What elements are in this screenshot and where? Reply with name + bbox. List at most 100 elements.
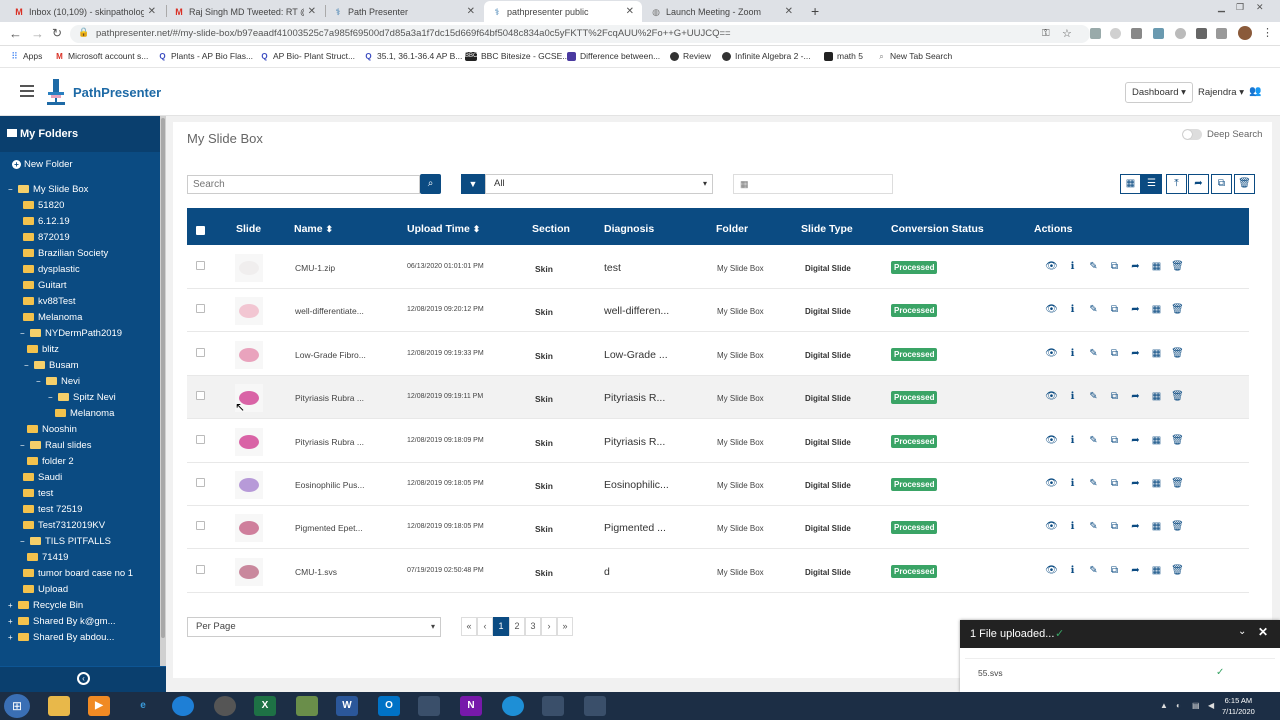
list-view-button[interactable]: ☰ bbox=[1141, 174, 1162, 194]
app-icon[interactable] bbox=[172, 696, 194, 716]
bookmark-item[interactable]: Q Plants - AP Bio Flas... bbox=[158, 51, 253, 61]
pencil-icon[interactable]: ✎ bbox=[1083, 391, 1104, 403]
puzzle-icon[interactable] bbox=[1216, 28, 1227, 39]
close-icon[interactable]: ✕ bbox=[785, 6, 793, 17]
pencil-icon[interactable]: ✎ bbox=[1083, 565, 1104, 577]
sidebar-folder-item[interactable]: tumor board case no 1 bbox=[20, 566, 133, 580]
sidebar-folder-item[interactable]: Nooshin bbox=[24, 422, 77, 436]
qr-icon[interactable]: ▦ bbox=[1146, 521, 1167, 533]
info-icon[interactable]: ℹ bbox=[1062, 391, 1083, 403]
trash-icon[interactable]: 🗑 bbox=[1167, 521, 1188, 533]
info-icon[interactable]: ℹ bbox=[1062, 565, 1083, 577]
close-icon[interactable]: ✕ bbox=[308, 6, 316, 17]
word-icon[interactable]: W bbox=[336, 696, 358, 716]
extension-icon[interactable] bbox=[1153, 28, 1164, 39]
copy-icon[interactable]: ⧉ bbox=[1104, 304, 1125, 316]
slide-name[interactable]: CMU-1.svs bbox=[295, 567, 395, 577]
avatar[interactable] bbox=[1238, 26, 1252, 40]
sidebar-folder-item[interactable]: test 72519 bbox=[20, 502, 82, 516]
scrollbar-thumb[interactable] bbox=[161, 118, 165, 638]
sidebar-folder-item[interactable]: dysplastic bbox=[20, 262, 80, 276]
sidebar-folder-item[interactable]: 71419 bbox=[24, 550, 68, 564]
qr-icon[interactable]: ▦ bbox=[1146, 391, 1167, 403]
info-icon[interactable]: ℹ bbox=[1062, 261, 1083, 273]
row-checkbox[interactable] bbox=[196, 391, 205, 401]
table-row[interactable]: Low-Grade Fibro... 12/08/2019 09:19:33 PM… bbox=[187, 332, 1249, 376]
copy-icon[interactable]: ⧉ bbox=[1104, 435, 1125, 447]
filter-select[interactable]: All ▾ bbox=[485, 174, 713, 194]
deep-search-toggle[interactable]: Deep Search bbox=[1182, 129, 1262, 140]
sidebar-folder-item[interactable]: Brazilian Society bbox=[20, 246, 108, 260]
sidebar-folder-item[interactable]: Saudi bbox=[20, 470, 62, 484]
restore-icon[interactable]: ❐ bbox=[1236, 2, 1244, 13]
select-all-checkbox[interactable] bbox=[196, 226, 205, 235]
trash-icon[interactable]: 🗑 bbox=[1167, 348, 1188, 360]
star-icon[interactable]: ☆ bbox=[1062, 27, 1072, 40]
sidebar-folder-item[interactable]: kv88Test bbox=[20, 294, 76, 308]
page-button[interactable]: ‹ bbox=[477, 617, 493, 636]
slide-thumbnail[interactable] bbox=[235, 427, 263, 456]
pencil-icon[interactable]: ✎ bbox=[1083, 478, 1104, 490]
eye-icon[interactable]: 👁 bbox=[1041, 565, 1062, 577]
page-button[interactable]: « bbox=[461, 617, 477, 636]
trash-icon[interactable]: 🗑 bbox=[1167, 304, 1188, 316]
row-checkbox[interactable] bbox=[196, 304, 205, 314]
info-icon[interactable]: ℹ bbox=[1062, 521, 1083, 533]
bookmark-item[interactable]: BBC BBC Bitesize - GCSE... bbox=[465, 51, 569, 61]
copy-button[interactable]: ⧉ bbox=[1211, 174, 1232, 194]
slide-thumbnail[interactable] bbox=[235, 254, 263, 282]
bookmark-item[interactable]: Review bbox=[670, 51, 711, 61]
share-icon[interactable]: ➦ bbox=[1125, 478, 1146, 490]
eye-icon[interactable]: 👁 bbox=[1041, 304, 1062, 316]
app-icon[interactable] bbox=[214, 696, 236, 716]
kebab-menu-icon[interactable]: ⋮ bbox=[1262, 26, 1273, 39]
table-row[interactable]: Pigmented Epet... 12/08/2019 09:18:05 PM S… bbox=[187, 506, 1249, 550]
tray-icon[interactable]: ◐ bbox=[1176, 701, 1181, 710]
sidebar-folder-item[interactable]: test bbox=[20, 486, 53, 500]
extension-icon[interactable] bbox=[1131, 28, 1142, 39]
bookmark-item[interactable]: math 5 bbox=[824, 51, 863, 61]
sidebar-folder-item[interactable]: 6.12.19 bbox=[20, 214, 70, 228]
expand-icon[interactable]: + bbox=[8, 617, 15, 626]
collapse-icon[interactable]: − bbox=[8, 185, 15, 194]
share-icon[interactable]: ➦ bbox=[1125, 261, 1146, 273]
sidebar-folder-item[interactable]: − TILS PITFALLS bbox=[20, 534, 111, 548]
copy-icon[interactable]: ⧉ bbox=[1104, 521, 1125, 533]
browser-tab[interactable]: M Raj Singh MD Tweeted: RT @KRu ✕ bbox=[166, 1, 324, 22]
sidebar-folder-item[interactable]: folder 2 bbox=[24, 454, 74, 468]
internet-explorer-icon[interactable]: e bbox=[132, 696, 154, 716]
copy-icon[interactable]: ⧉ bbox=[1104, 391, 1125, 403]
file-explorer-icon[interactable] bbox=[48, 696, 70, 716]
page-button[interactable]: » bbox=[557, 617, 573, 636]
pencil-icon[interactable]: ✎ bbox=[1083, 521, 1104, 533]
qr-icon[interactable]: ▦ bbox=[1146, 304, 1167, 316]
pencil-icon[interactable]: ✎ bbox=[1083, 304, 1104, 316]
bookmark-item[interactable]: Q 35.1, 36.1-36.4 AP B... bbox=[364, 51, 462, 61]
eye-icon[interactable]: 👁 bbox=[1041, 348, 1062, 360]
share-icon[interactable]: ➦ bbox=[1125, 348, 1146, 360]
onenote-icon[interactable]: N bbox=[460, 696, 482, 716]
sidebar-folder-item[interactable]: − My Slide Box bbox=[8, 182, 88, 196]
url-field[interactable]: pathpresenter.net/#/my-slide-box/b97eaad… bbox=[70, 25, 1090, 43]
start-button[interactable]: ⊞ bbox=[4, 694, 30, 718]
browser-tab[interactable]: ◍ Launch Meeting - Zoom ✕ bbox=[643, 1, 801, 22]
slide-thumbnail[interactable] bbox=[235, 340, 263, 369]
extension-icon[interactable] bbox=[1175, 28, 1186, 39]
copy-icon[interactable]: ⧉ bbox=[1104, 261, 1125, 273]
sidebar-folder-item[interactable]: − Raul slides bbox=[20, 438, 91, 452]
trash-icon[interactable]: 🗑 bbox=[1167, 478, 1188, 490]
copy-icon[interactable]: ⧉ bbox=[1104, 348, 1125, 360]
sidebar-folder-item[interactable]: + Shared By k@gm... bbox=[8, 614, 116, 628]
bookmark-item[interactable]: M Microsoft account s... bbox=[55, 51, 148, 61]
table-row[interactable]: well-differentiate... 12/08/2019 09:20:12… bbox=[187, 289, 1249, 333]
page-button[interactable]: 2 bbox=[509, 617, 525, 636]
share-icon[interactable]: ➦ bbox=[1125, 435, 1146, 447]
new-folder-button[interactable]: + New Folder bbox=[12, 157, 73, 171]
chevron-down-icon[interactable]: ⌄ bbox=[1238, 626, 1246, 637]
page-button[interactable]: 3 bbox=[525, 617, 541, 636]
table-row[interactable]: Eosinophilic Pus... 12/08/2019 09:18:05 P… bbox=[187, 463, 1249, 506]
outlook-icon[interactable]: O bbox=[378, 696, 400, 716]
bookmark-item[interactable]: Infinite Algebra 2 -... bbox=[722, 51, 811, 61]
slide-name[interactable]: well-differentiate... bbox=[295, 306, 395, 316]
browser-tab-active[interactable]: ⚕ pathpresenter public ✕ bbox=[484, 1, 642, 22]
